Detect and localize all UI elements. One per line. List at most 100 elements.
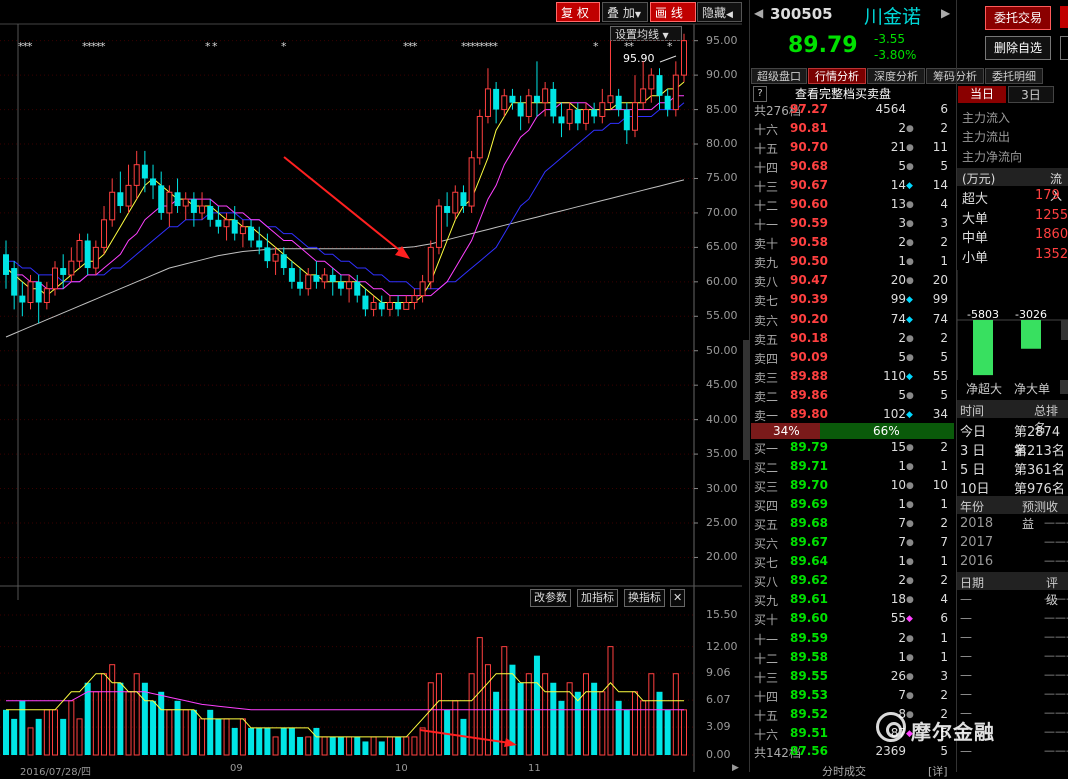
sell-level-row[interactable]: 卖九 90.50 1 ● 1 (754, 254, 952, 273)
candle-body (305, 274, 312, 290)
sell-level-row[interactable]: 卖三 89.88 110 ◆ 55 (754, 369, 952, 388)
chart-area[interactable]: 复 权 叠 加▼ 画 线 隐藏◀ *** ***** * * * *** ***… (0, 0, 749, 778)
prev-stock-icon[interactable]: ◀ (754, 6, 763, 20)
volume-bar (35, 718, 42, 755)
full-orderbook-link[interactable]: 查看完整档买卖盘 (795, 85, 891, 102)
rating-date: — (960, 630, 972, 644)
sell-level-row[interactable]: 十六 90.81 2 ● 2 (754, 121, 952, 140)
buy-level-row[interactable]: 买十 89.60 55 ◆ 6 (754, 611, 952, 630)
buy-level-row[interactable]: 买九 89.61 18 ● 4 (754, 592, 952, 611)
level-price: 89.51 (790, 725, 828, 740)
buy-level-row[interactable]: 十四 89.53 7 ● 2 (754, 688, 952, 707)
buy-total-row[interactable]: 共142档 87.56 2369 5 (754, 744, 952, 763)
ma20-line (6, 102, 685, 290)
buy-level-row[interactable]: 买七 89.64 1 ● 1 (754, 554, 952, 573)
sell-total-row[interactable]: 共276档 97.27 4564 6 (754, 102, 952, 121)
volume-bar (427, 682, 434, 756)
level-marker-icon: ● (906, 595, 914, 606)
candle-body (256, 240, 263, 248)
next-stock-icon[interactable]: ▶ (941, 6, 950, 20)
tab-super-book[interactable]: 超级盘口 (751, 68, 807, 84)
candle-body (582, 109, 589, 124)
sell-level-row[interactable]: 十二 90.60 13 ● 4 (754, 197, 952, 216)
orderbook-help-icon[interactable]: ? (753, 86, 767, 102)
level-price: 89.69 (790, 497, 828, 512)
level-label: 买六 (754, 537, 779, 552)
level-count: 55 (932, 368, 948, 383)
level-label: 买九 (754, 594, 779, 609)
buy-level-row[interactable]: 买四 89.69 1 ● 1 (754, 497, 952, 516)
sell-level-row[interactable]: 卖六 90.20 74 ◆ 74 (754, 312, 952, 331)
volume-axis-tick: 12.00 (706, 639, 738, 653)
level-volume: 14 (890, 178, 906, 193)
sell-level-row[interactable]: 卖四 90.09 5 ● 5 (754, 350, 952, 369)
forecast-year: 2016 (960, 554, 994, 569)
sell-level-row[interactable]: 卖五 90.18 2 ● 2 (754, 331, 952, 350)
candle-body (27, 281, 34, 303)
buy-level-row[interactable]: 买六 89.67 7 ● 7 (754, 535, 952, 554)
level-price: 90.68 (790, 159, 828, 174)
volume-chart[interactable] (0, 600, 748, 772)
level-count: 1 (940, 497, 948, 512)
buy-level-row[interactable]: 买五 89.68 7 ● 2 (754, 516, 952, 535)
remove-watchlist-button[interactable]: 删除自选 (985, 36, 1051, 60)
price-axis-tick: 45.00 (706, 378, 738, 392)
sell-level-row[interactable]: 十四 90.68 5 ● 5 (754, 159, 952, 178)
sell-level-row[interactable]: 卖七 90.39 99 ◆ 99 (754, 292, 952, 311)
tick-trades-label[interactable]: 分时成交 (822, 763, 866, 779)
tab-market-analysis[interactable]: 行情分析 (808, 68, 866, 84)
candle-body (631, 102, 638, 131)
candle-body (591, 109, 598, 117)
level-label: 卖九 (754, 256, 779, 271)
volume-bar (207, 709, 214, 755)
volume-bar (468, 673, 475, 756)
buy-level-row[interactable]: 买一 89.79 15 ● 2 (754, 440, 952, 459)
sell-level-row[interactable]: 卖八 90.47 20 ● 20 (754, 273, 952, 292)
forecast-year: 2018 (960, 516, 994, 531)
candle-body (444, 206, 451, 213)
tab-depth-analysis[interactable]: 深度分析 (867, 68, 925, 84)
flow-row-value: 1860 (1035, 227, 1068, 242)
level-marker-icon: ● (906, 257, 914, 268)
sell-level-row[interactable]: 卖二 89.86 5 ● 5 (754, 388, 952, 407)
price-chart[interactable] (0, 0, 748, 600)
buy-level-row[interactable]: 买八 89.62 2 ● 2 (754, 573, 952, 592)
sell-level-row[interactable]: 十一 90.59 3 ● 3 (754, 216, 952, 235)
candle-body (354, 281, 361, 296)
level-price: 90.20 (790, 311, 828, 326)
ma10-line (5, 95, 684, 297)
tick-trades-detail[interactable]: [详] (928, 763, 948, 779)
candle-body (264, 247, 271, 262)
last-price: 89.79 (788, 33, 858, 58)
volume-bar (174, 700, 181, 755)
sell-level-row[interactable]: 十五 90.70 21 ● 11 (754, 140, 952, 159)
level-volume: 2 (898, 330, 906, 345)
buy-level-row[interactable]: 十一 89.59 2 ● 1 (754, 631, 952, 650)
entrust-trade-button[interactable]: 委托交易 (985, 6, 1051, 30)
level-label: 十三 (754, 180, 779, 195)
sell-level-row[interactable]: 十三 90.67 14 ◆ 14 (754, 178, 952, 197)
level-price: 89.60 (790, 611, 828, 626)
candle-body (19, 295, 26, 303)
level-volume: 13 (890, 197, 906, 212)
rating-date: — (960, 592, 972, 606)
level-label: 买八 (754, 575, 779, 590)
volume-bar (337, 736, 344, 755)
flow-tab-3d[interactable]: 3日 (1008, 86, 1054, 103)
flow-tab-today[interactable]: 当日 (958, 86, 1006, 103)
volume-bar (109, 664, 116, 756)
volume-bar (525, 673, 532, 756)
volume-bar (141, 682, 148, 755)
level-price: 97.27 (790, 102, 828, 116)
level-volume: 21 (890, 140, 906, 155)
buy-level-row[interactable]: 买二 89.71 1 ● 1 (754, 459, 952, 478)
sell-level-row[interactable]: 卖十 90.58 2 ● 2 (754, 235, 952, 254)
level-count: 11 (932, 140, 948, 155)
buy-level-row[interactable]: 买三 89.70 10 ● 10 (754, 478, 952, 497)
volume-bar (52, 709, 59, 756)
net-flow-bar (973, 320, 993, 376)
buy-level-row[interactable]: 十三 89.55 26 ● 3 (754, 669, 952, 688)
buy-level-row[interactable]: 十二 89.58 1 ● 1 (754, 650, 952, 669)
volume-bar (362, 741, 369, 755)
trade-edge (1060, 6, 1068, 28)
